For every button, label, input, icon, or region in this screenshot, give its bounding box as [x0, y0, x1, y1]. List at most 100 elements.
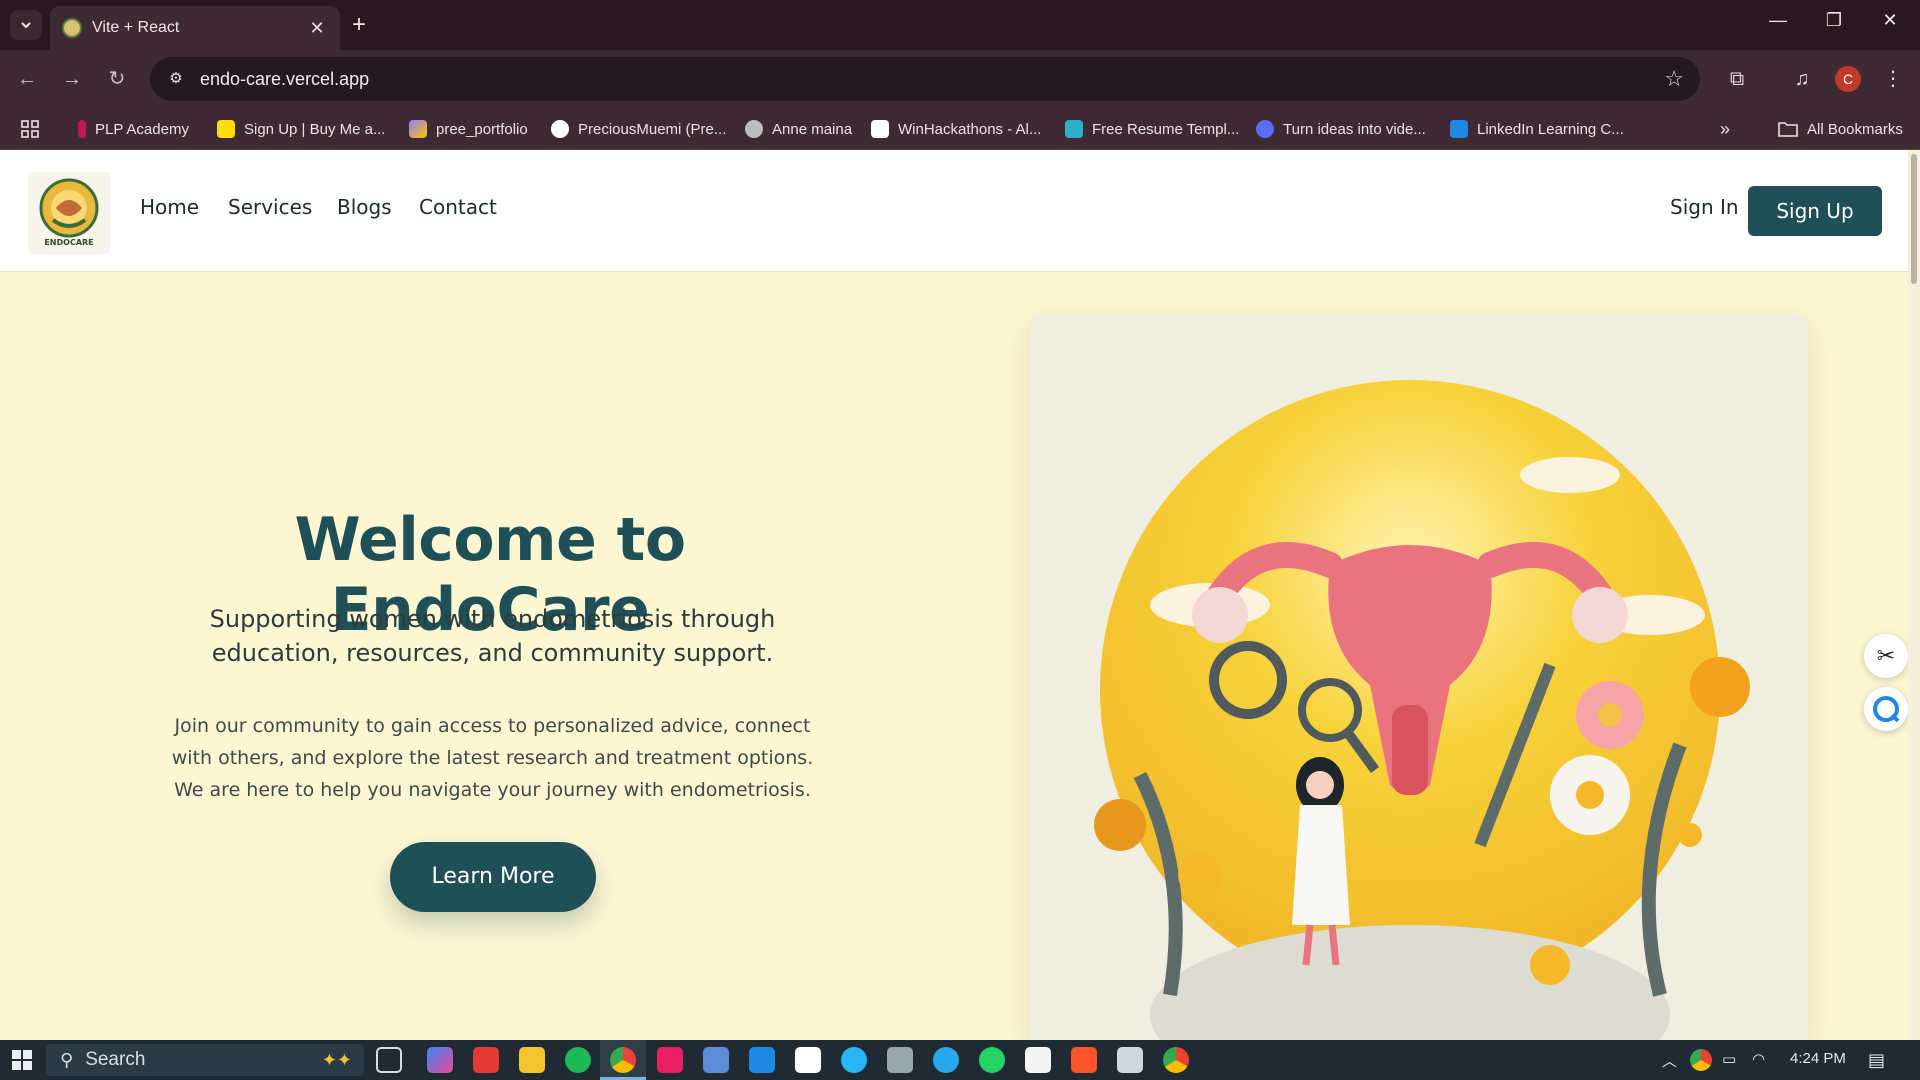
- bookmark-label: Sign Up | Buy Me a...: [244, 120, 386, 138]
- browser-tab-bar: Vite + React ✕ + — ❐ ✕: [0, 0, 1920, 50]
- copilot-app-icon[interactable]: [427, 1047, 453, 1073]
- page-scrollbar[interactable]: [1908, 150, 1920, 1040]
- nav-home[interactable]: Home: [140, 195, 199, 219]
- browser-tab-active[interactable]: Vite + React ✕: [50, 6, 340, 50]
- chrome-secondary-icon[interactable]: [1163, 1047, 1189, 1073]
- bookmark-item[interactable]: Turn ideas into vide...: [1256, 118, 1426, 140]
- nav-blogs[interactable]: Blogs: [337, 195, 392, 219]
- battery-icon[interactable]: ▭: [1722, 1050, 1736, 1068]
- pdf-icon[interactable]: [1025, 1047, 1051, 1073]
- windows-start-icon[interactable]: [12, 1050, 32, 1070]
- scrollbar-thumb[interactable]: [1911, 154, 1917, 284]
- url-text[interactable]: endo-care.vercel.app: [200, 69, 369, 90]
- sign-in-link[interactable]: Sign In: [1670, 195, 1739, 219]
- bookmark-star-icon[interactable]: ☆: [1664, 66, 1684, 92]
- logo-text: ENDOCARE: [44, 238, 94, 247]
- browser-toolbar: ← → ↻ ⚙ endo-care.vercel.app ☆ ⧉ ♫ C ⋮: [0, 50, 1920, 108]
- bookmark-label: PLP Academy: [95, 120, 189, 138]
- minimize-window-button[interactable]: —: [1758, 10, 1798, 31]
- search-placeholder: Search: [85, 1049, 146, 1070]
- bookmark-label: PreciousMuemi (Pre...: [578, 120, 727, 138]
- bookmark-item[interactable]: PLP Academy: [78, 118, 189, 140]
- app-icon[interactable]: [1117, 1047, 1143, 1073]
- chat-assistant-button[interactable]: [1864, 687, 1908, 731]
- video-ai-icon: [1256, 120, 1274, 138]
- bookmark-label: Free Resume Templ...: [1092, 120, 1240, 138]
- heart-icon: [871, 120, 889, 138]
- buymeacoffee-icon: [217, 120, 235, 138]
- more-bookmarks-icon[interactable]: »: [1720, 118, 1730, 140]
- back-icon[interactable]: ←: [12, 64, 42, 94]
- brave-icon[interactable]: [1071, 1047, 1097, 1073]
- tray-chrome-icon[interactable]: [1690, 1049, 1712, 1071]
- bookmark-item[interactable]: LinkedIn Learning C...: [1450, 118, 1624, 140]
- bookmark-label: LinkedIn Learning C...: [1477, 120, 1624, 138]
- address-bar[interactable]: ⚙ endo-care.vercel.app ☆: [150, 57, 1700, 101]
- bookmark-item[interactable]: Sign Up | Buy Me a...: [217, 118, 385, 140]
- restore-window-button[interactable]: ❐: [1814, 10, 1854, 31]
- linkedin-learning-icon: [1450, 120, 1468, 138]
- chrome-icon: [610, 1047, 636, 1073]
- extensions-icon[interactable]: ⧉: [1722, 64, 1752, 94]
- site-favicon-icon: [62, 18, 82, 38]
- bookmark-item[interactable]: PreciousMuemi (Pre...: [551, 118, 726, 140]
- hero-subtitle: Supporting women with endometriosis thro…: [209, 605, 776, 667]
- nav-contact[interactable]: Contact: [419, 195, 497, 219]
- vscode-icon[interactable]: [749, 1047, 775, 1073]
- tab-title: Vite + React: [92, 19, 180, 36]
- terminal-icon[interactable]: [887, 1047, 913, 1073]
- close-tab-icon[interactable]: ✕: [306, 18, 328, 39]
- bookmark-label: Anne maina: [772, 120, 853, 138]
- menu-kebab-icon[interactable]: ⋮: [1878, 64, 1908, 94]
- taskbar-search-input[interactable]: ⚲ Search ✦✦: [46, 1044, 364, 1076]
- app-icon[interactable]: [657, 1047, 683, 1073]
- all-bookmarks-button[interactable]: All Bookmarks: [1778, 118, 1903, 140]
- task-view-icon[interactable]: [376, 1047, 402, 1073]
- plp-icon: [78, 120, 86, 138]
- windows-taskbar: ⚲ Search ✦✦ ︿ ▭ ◠ 4:24 PM ▤: [0, 1040, 1920, 1080]
- spotify-icon[interactable]: [565, 1047, 591, 1073]
- file-explorer-icon[interactable]: [519, 1047, 545, 1073]
- bookmark-item[interactable]: Free Resume Templ...: [1065, 118, 1239, 140]
- bookmarks-bar: PLP Academy Sign Up | Buy Me a... pree_p…: [0, 108, 1920, 150]
- whatsapp-icon[interactable]: [979, 1047, 1005, 1073]
- wifi-icon[interactable]: ◠: [1752, 1050, 1765, 1068]
- telegram-icon[interactable]: [933, 1047, 959, 1073]
- app-icon[interactable]: [841, 1047, 867, 1073]
- tab-search-button[interactable]: [10, 10, 42, 40]
- endometriosis-illustration-icon: [1094, 380, 1750, 1040]
- notifications-icon[interactable]: ▤: [1868, 1050, 1885, 1071]
- profile-avatar[interactable]: C: [1835, 66, 1861, 92]
- app-icon[interactable]: [703, 1047, 729, 1073]
- hero-illustration: [1030, 315, 1808, 1040]
- bookmark-item[interactable]: WinHackathons - Al...: [871, 118, 1041, 140]
- learn-more-button[interactable]: Learn More: [390, 842, 596, 912]
- bookmark-item[interactable]: pree_portfolio: [409, 118, 528, 140]
- page-viewport: ENDOCARE Home Services Blogs Contact Sig…: [0, 150, 1908, 1040]
- close-window-button[interactable]: ✕: [1870, 10, 1910, 31]
- folder-icon: [1778, 122, 1798, 137]
- notion-icon[interactable]: [795, 1047, 821, 1073]
- nav-services[interactable]: Services: [228, 195, 312, 219]
- bookmark-label: WinHackathons - Al...: [898, 120, 1042, 138]
- media-controls-icon[interactable]: ♫: [1787, 64, 1817, 94]
- sign-up-button[interactable]: Sign Up: [1748, 186, 1882, 236]
- site-settings-icon[interactable]: ⚙: [164, 67, 188, 91]
- novoresume-icon: [1065, 120, 1083, 138]
- chat-bubble-icon: [1873, 696, 1900, 723]
- bookmark-item[interactable]: Anne maina: [745, 118, 852, 140]
- chrome-taskbar-active[interactable]: [600, 1040, 646, 1080]
- new-tab-button[interactable]: +: [352, 12, 366, 38]
- search-icon: ⚲: [60, 1049, 74, 1070]
- github-icon: [551, 120, 569, 138]
- forward-icon[interactable]: →: [57, 64, 87, 94]
- scissors-icon: ✂: [1876, 643, 1896, 668]
- endocare-logo[interactable]: ENDOCARE: [28, 172, 110, 254]
- show-hidden-icons-icon[interactable]: ︿: [1662, 1050, 1677, 1071]
- bookmark-label: pree_portfolio: [436, 120, 528, 138]
- screenshot-tool-button[interactable]: ✂: [1864, 634, 1908, 678]
- reload-icon[interactable]: ↻: [102, 64, 132, 94]
- apps-grid-icon[interactable]: [20, 118, 40, 140]
- clock-time[interactable]: 4:24 PM: [1790, 1050, 1846, 1067]
- app-icon[interactable]: [473, 1047, 499, 1073]
